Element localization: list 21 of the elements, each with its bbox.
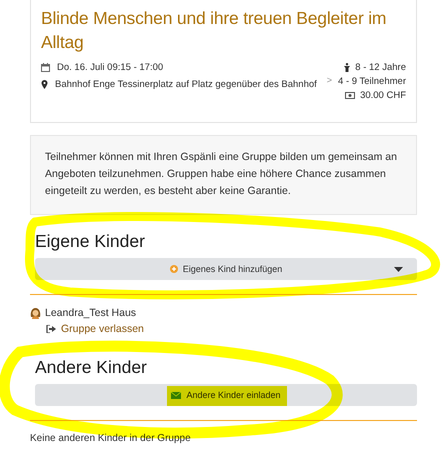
event-price: 30.00 CHF: [360, 90, 406, 101]
section-heading: Eigene Kinder: [35, 231, 146, 252]
info-panel: Teilnehmer können mit Ihren Gspänli eine Gruppe bilden um gemeinsam an Angeboten teilzunehmen. Gruppen habe eine höhere Chance zusammen eingeteilt zu werden, es besteht aber keine Garantie.: [30, 135, 417, 215]
banknote-icon: [345, 92, 356, 99]
event-location: Bahnhof Enge Tessinerplatz auf Platz gegenüber des Bahnhof: [55, 79, 317, 90]
exit-icon: [46, 325, 56, 333]
calendar-icon: [41, 63, 50, 72]
leave-group-link[interactable]: Gruppe verlassen: [61, 323, 144, 335]
add-child-button[interactable]: Eigenes Kind hinzufügen: [35, 258, 417, 280]
map-pin-icon: [41, 80, 48, 89]
avatar-icon: [30, 308, 41, 318]
participant-range: 4 - 9 Teilnehmer: [338, 76, 406, 87]
plus-circle-icon: [170, 265, 178, 273]
chevron-text: >: [326, 75, 332, 85]
section-heading: Andere Kinder: [35, 357, 148, 378]
age-range: 8 - 12 Jahre: [355, 62, 406, 73]
event-title: Blinde Menschen und ihre treuen Begleiter im Alltag: [41, 7, 388, 54]
event-date: Do. 16. Juli 09:15 - 17:00: [57, 62, 164, 73]
person-icon: [344, 63, 350, 72]
caret-icon: [394, 267, 403, 272]
child-name: Leandra_Test Haus: [45, 307, 136, 319]
